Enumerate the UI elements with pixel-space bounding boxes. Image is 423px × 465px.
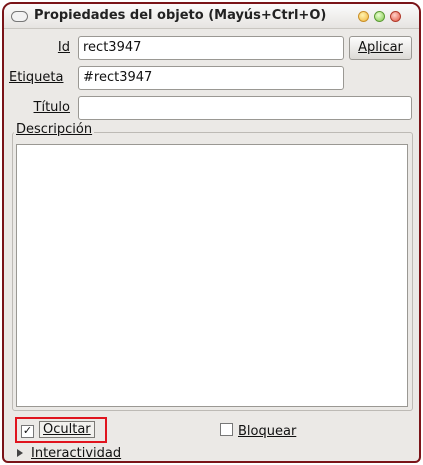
lock-checkbox[interactable]: Bloquear: [220, 423, 296, 439]
title-bar[interactable]: Propiedades del objeto (Mayús+Ctrl+O): [4, 4, 419, 29]
object-properties-dialog: Propiedades del objeto (Mayús+Ctrl+O) Id…: [2, 2, 421, 463]
title-label: Título: [33, 100, 70, 115]
hide-checkbox-label: Ocultar: [39, 421, 95, 438]
description-label: Descripción: [14, 122, 95, 137]
id-input[interactable]: rect3947: [78, 36, 344, 60]
interactivity-label: Interactividad: [31, 446, 122, 461]
label-label: Etiqueta: [9, 70, 64, 85]
description-textarea[interactable]: [16, 144, 408, 407]
minimize-icon[interactable]: [358, 11, 369, 22]
close-icon[interactable]: [390, 11, 401, 22]
maximize-icon[interactable]: [374, 11, 385, 22]
id-label: Id: [57, 40, 70, 55]
label-input[interactable]: #rect3947: [78, 66, 344, 90]
hide-checkbox-box[interactable]: ✓: [21, 425, 34, 438]
lock-checkbox-box[interactable]: [220, 423, 233, 436]
hide-checkbox[interactable]: ✓ Ocultar: [21, 421, 95, 438]
apply-button[interactable]: Aplicar: [349, 36, 412, 60]
lock-checkbox-label: Bloquear: [238, 424, 297, 439]
window-title: Propiedades del objeto (Mayús+Ctrl+O): [34, 8, 327, 23]
window-menu-icon[interactable]: [11, 11, 28, 22]
interactivity-expander[interactable]: Interactividad: [17, 446, 121, 461]
expander-arrow-icon: [17, 449, 23, 457]
title-input[interactable]: [78, 96, 412, 120]
